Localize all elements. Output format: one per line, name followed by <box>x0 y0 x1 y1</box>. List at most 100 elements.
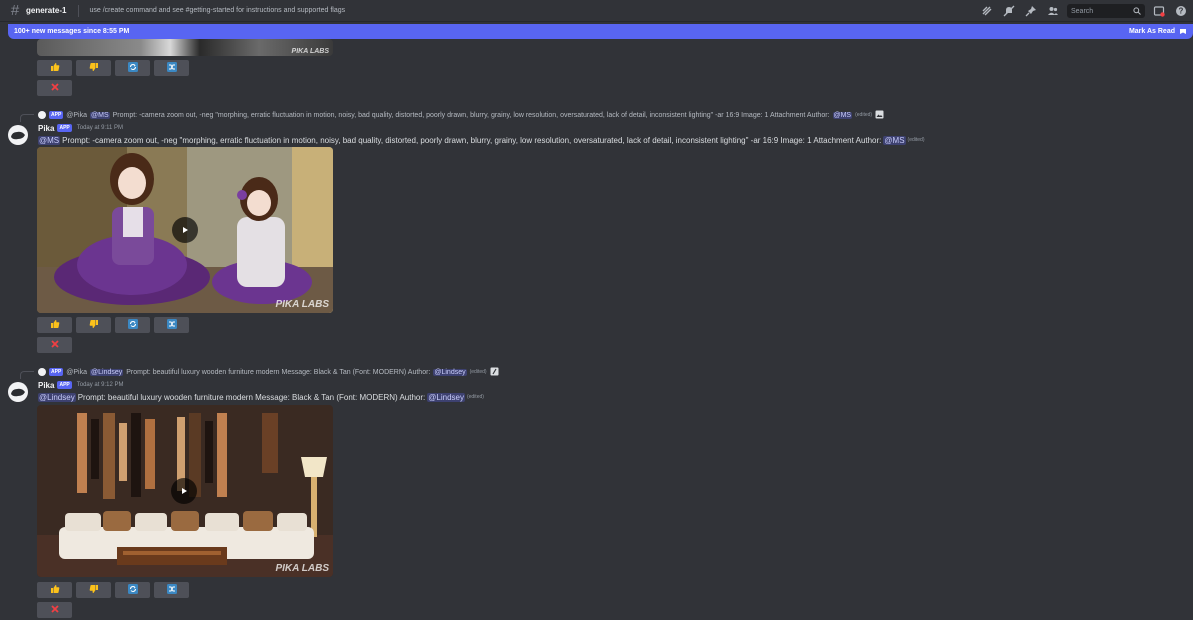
message-content: @MS Prompt: -camera zoom out, -neg "morp… <box>38 135 924 145</box>
video-attachment[interactable]: PIKA LABS <box>37 405 333 577</box>
thumbs-up-icon <box>50 316 60 334</box>
thumbs-up-button[interactable] <box>37 60 72 76</box>
members-icon[interactable] <box>1045 3 1061 19</box>
video-attachment[interactable]: PIKA LABS <box>37 147 333 313</box>
refresh-icon <box>127 316 138 334</box>
thumbs-down-icon <box>89 581 99 599</box>
shuffle-button[interactable] <box>154 60 189 76</box>
pika-avatar[interactable] <box>8 382 28 402</box>
action-button-row <box>37 317 189 333</box>
reply-preview[interactable]: APP @Pika @MS Prompt: -camera zoom out, … <box>38 110 884 120</box>
mention[interactable]: @MS <box>38 135 61 145</box>
reply-author-mention[interactable]: @MS <box>832 111 853 119</box>
reply-edited: (edited) <box>469 369 487 375</box>
refresh-button[interactable] <box>115 60 150 76</box>
delete-x-icon <box>50 336 60 354</box>
search-placeholder: Search <box>1071 7 1094 15</box>
mark-as-read-button[interactable]: Mark As Read <box>1129 28 1187 36</box>
pin-icon[interactable] <box>1023 3 1039 19</box>
author-mention[interactable]: @Lindsey <box>427 392 465 402</box>
thumbs-up-icon <box>50 59 60 77</box>
timestamp: Today at 9:11 PM <box>76 125 123 131</box>
shuffle-button[interactable] <box>154 582 189 598</box>
delete-button[interactable] <box>37 80 72 96</box>
message-content: @Lindsey Prompt: beautiful luxury wooden… <box>38 392 484 402</box>
refresh-button[interactable] <box>115 582 150 598</box>
new-messages-text: 100+ new messages since 8:55 PM <box>14 28 130 35</box>
action-button-row <box>37 60 189 76</box>
pika-labs-watermark: PIKA LABS <box>275 563 329 574</box>
channel-header: # generate-1 use /create command and see… <box>0 0 1193 22</box>
play-icon <box>182 488 187 494</box>
help-icon[interactable]: ? <box>1173 3 1189 19</box>
reply-author: @Pika <box>66 368 88 376</box>
refresh-button[interactable] <box>115 317 150 333</box>
pika-mini-avatar <box>38 368 46 376</box>
app-tag: APP <box>49 368 64 376</box>
svg-text:?: ? <box>1179 7 1184 16</box>
author-row: Pika APP Today at 9:12 PM <box>38 380 123 390</box>
action-button-row <box>37 582 189 598</box>
video-attachment-partial[interactable]: PIKA LABS <box>37 39 333 56</box>
reply-text: Prompt: -camera zoom out, -neg "morphing… <box>112 111 830 119</box>
delete-x-icon <box>50 601 60 619</box>
message-text: Prompt: -camera zoom out, -neg "morphing… <box>62 135 882 145</box>
thumbs-down-button[interactable] <box>76 317 111 333</box>
shuffle-button[interactable] <box>154 317 189 333</box>
delete-button[interactable] <box>37 337 72 353</box>
header-toolbar: Search ? <box>973 3 1189 19</box>
author-name[interactable]: Pika <box>38 381 54 390</box>
reply-author-mention[interactable]: @Lindsey <box>433 368 467 376</box>
pika-avatar[interactable] <box>8 125 28 145</box>
author-row: Pika APP Today at 9:11 PM <box>38 123 123 133</box>
reply-connector <box>20 114 34 122</box>
thumbs-down-icon <box>89 316 99 334</box>
action-button-row-2 <box>37 602 72 618</box>
search-input[interactable]: Search <box>1067 4 1145 18</box>
action-button-row-2 <box>37 337 72 353</box>
pika-labs-watermark: PIKA LABS <box>275 299 329 310</box>
search-icon <box>1133 2 1141 20</box>
threads-icon[interactable] <box>979 3 995 19</box>
app-tag: APP <box>57 381 72 389</box>
mark-read-icon <box>1180 28 1186 34</box>
channel-topic: use /create command and see #getting-sta… <box>89 7 346 14</box>
header-divider <box>78 4 80 17</box>
inbox-icon[interactable] <box>1151 3 1167 19</box>
play-button[interactable] <box>172 217 198 243</box>
author-name[interactable]: Pika <box>38 124 54 133</box>
slash-command-icon <box>490 367 499 378</box>
message-text: Prompt: beautiful luxury wooden furnitur… <box>77 392 426 402</box>
reply-connector <box>20 371 34 379</box>
channel-hash-icon: # <box>10 2 20 19</box>
thumbs-down-button[interactable] <box>76 60 111 76</box>
reply-author: @Pika <box>66 111 88 119</box>
thumbs-down-button[interactable] <box>76 582 111 598</box>
mark-as-read-label: Mark As Read <box>1128 28 1175 35</box>
reply-edited: (edited) <box>855 112 873 118</box>
delete-x-icon <box>50 79 60 97</box>
thumbs-up-icon <box>50 581 60 599</box>
thumbs-up-button[interactable] <box>37 582 72 598</box>
new-messages-banner[interactable]: 100+ new messages since 8:55 PM Mark As … <box>8 24 1193 39</box>
reply-mention[interactable]: @MS <box>90 111 110 119</box>
app-tag: APP <box>57 124 72 132</box>
refresh-icon <box>127 59 138 77</box>
shuffle-icon <box>166 581 177 599</box>
author-mention[interactable]: @MS <box>883 135 906 145</box>
channel-name: generate-1 <box>26 6 67 15</box>
image-icon <box>875 110 884 121</box>
delete-button[interactable] <box>37 602 72 618</box>
edited-label: (edited) <box>466 394 484 400</box>
play-icon <box>183 227 188 233</box>
reply-mention[interactable]: @Lindsey <box>90 368 124 376</box>
shuffle-icon <box>166 316 177 334</box>
thumbs-up-button[interactable] <box>37 317 72 333</box>
edited-label: (edited) <box>907 137 925 143</box>
play-button[interactable] <box>171 478 197 504</box>
notification-mute-icon[interactable] <box>1001 3 1017 19</box>
pika-mini-avatar <box>38 111 46 119</box>
timestamp: Today at 9:12 PM <box>76 382 124 388</box>
reply-preview[interactable]: APP @Pika @Lindsey Prompt: beautiful lux… <box>38 367 499 377</box>
mention[interactable]: @Lindsey <box>38 392 76 402</box>
